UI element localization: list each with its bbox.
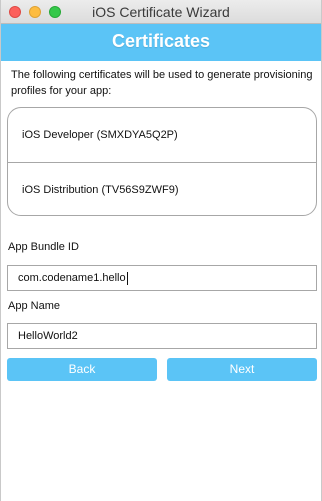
certificate-list: iOS Developer (SMXDYA5Q2P) iOS Distribut… xyxy=(7,107,317,216)
header-bar: Certificates xyxy=(1,24,321,61)
certificate-label: iOS Developer (SMXDYA5Q2P) xyxy=(22,129,178,141)
intro-text: The following certificates will be used … xyxy=(11,69,313,97)
page-title: Certificates xyxy=(111,31,211,51)
app-name-value: HelloWorld2 xyxy=(18,330,78,342)
certificate-item-developer[interactable]: iOS Developer (SMXDYA5Q2P) xyxy=(8,108,316,162)
bundle-id-field[interactable]: com.codename1.hello xyxy=(7,265,317,291)
bundle-id-label: App Bundle ID xyxy=(8,241,79,253)
back-button[interactable]: Back xyxy=(7,358,157,381)
wizard-window: iOS Certificate Wizard Certificates The … xyxy=(0,0,322,501)
window-titlebar: iOS Certificate Wizard xyxy=(1,0,321,24)
app-name-label: App Name xyxy=(8,300,60,312)
certificate-item-distribution[interactable]: iOS Distribution (TV56S9ZWF9) xyxy=(8,162,316,215)
window-title: iOS Certificate Wizard xyxy=(92,4,230,20)
certificate-label: iOS Distribution (TV56S9ZWF9) xyxy=(22,183,179,196)
next-button[interactable]: Next xyxy=(167,358,317,381)
app-name-field[interactable]: HelloWorld2 xyxy=(7,323,317,349)
bundle-id-value: com.codename1.hello xyxy=(18,272,126,284)
text-caret xyxy=(126,271,128,285)
